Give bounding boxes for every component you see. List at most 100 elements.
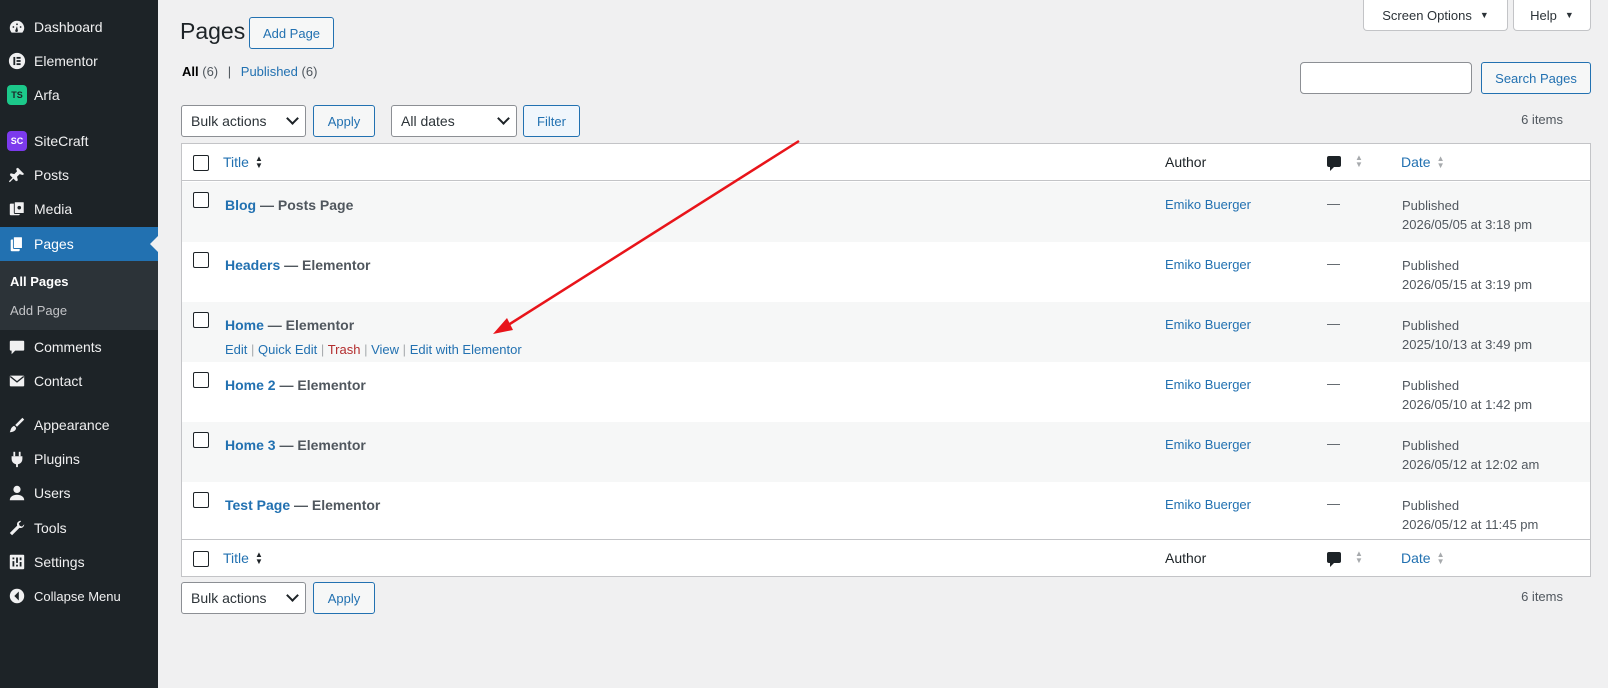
bulk-actions-value: Bulk actions [191, 590, 267, 606]
column-title-label[interactable]: Title [223, 550, 249, 566]
view-link[interactable]: View [371, 342, 399, 357]
add-page-button[interactable]: Add Page [249, 17, 334, 49]
view-filters: All (6) | Published (6) [182, 64, 317, 79]
column-date-header[interactable]: Date ▲ ▼ [1401, 154, 1445, 170]
table-row: Headers — Elementor Emiko Buerger — Publ… [182, 242, 1590, 302]
apply-button-bottom[interactable]: Apply [313, 582, 375, 614]
filter-button[interactable]: Filter [523, 105, 580, 137]
menu-label: Collapse Menu [34, 588, 121, 604]
view-published-link[interactable]: Published (6) [241, 64, 318, 79]
menu-label: Posts [34, 167, 70, 183]
items-count-bottom: 6 items [1521, 589, 1563, 604]
row-action-separator: | [320, 342, 325, 357]
dates-select[interactable]: All dates [391, 105, 517, 137]
edit-link[interactable]: Edit [225, 342, 247, 357]
row-comments: — [1327, 436, 1340, 451]
search-input[interactable] [1300, 62, 1472, 94]
column-comments-footer[interactable]: ▲ ▼ [1327, 550, 1363, 567]
row-title-link[interactable]: Test Page [225, 497, 290, 513]
chevron-down-icon [286, 589, 299, 602]
column-date-label[interactable]: Date [1401, 154, 1431, 170]
table-row: Home 2 — Elementor Emiko Buerger — Publi… [182, 362, 1590, 422]
row-author-link[interactable]: Emiko Buerger [1165, 437, 1251, 452]
menu-arfa[interactable]: TS Arfa [0, 78, 158, 112]
column-title-label[interactable]: Title [223, 154, 249, 170]
row-author-link[interactable]: Emiko Buerger [1165, 377, 1251, 392]
select-all-checkbox[interactable] [193, 155, 209, 171]
row-post-state: — Posts Page [256, 197, 354, 213]
bulk-actions-select[interactable]: Bulk actions [181, 105, 306, 137]
menu-sitecraft[interactable]: SC SiteCraft [0, 124, 158, 158]
wrench-icon [0, 511, 34, 545]
row-post-state: — Elementor [280, 257, 371, 273]
row-title: Home — Elementor [225, 317, 354, 333]
menu-tools[interactable]: Tools [0, 511, 158, 545]
menu-collapse[interactable]: Collapse Menu [0, 579, 158, 613]
menu-label: Media [34, 201, 73, 217]
row-date-value: 2026/05/05 at 3:18 pm [1402, 217, 1533, 232]
row-checkbox[interactable] [193, 492, 209, 508]
menu-label: Arfa [34, 87, 60, 103]
column-title-footer[interactable]: Title ▲ ▼ [223, 550, 263, 566]
row-status: Published [1402, 378, 1460, 393]
row-title-link[interactable]: Blog [225, 197, 256, 213]
row-title-link[interactable]: Home 3 [225, 437, 276, 453]
help-label: Help [1530, 7, 1557, 23]
menu-contact[interactable]: Contact [0, 364, 158, 398]
pages-icon [0, 227, 34, 261]
row-comments: — [1327, 496, 1340, 511]
menu-comments[interactable]: Comments [0, 330, 158, 364]
trash-link[interactable]: Trash [328, 342, 361, 357]
row-checkbox[interactable] [193, 432, 209, 448]
search-pages-button[interactable]: Search Pages [1481, 62, 1591, 94]
edit-with-elementor-link[interactable]: Edit with Elementor [410, 342, 522, 357]
row-date: Published 2025/10/13 at 3:49 pm [1402, 316, 1532, 354]
column-title-header[interactable]: Title ▲ ▼ [223, 154, 263, 170]
column-author-header: Author [1165, 154, 1207, 170]
table-header: Title ▲ ▼ Author ▲ ▼ Date ▲ ▼ [182, 144, 1590, 181]
items-count: 6 items [1521, 112, 1563, 127]
menu-dashboard[interactable]: Dashboard [0, 10, 158, 44]
column-comments-header[interactable]: ▲ ▼ [1327, 154, 1363, 171]
column-date-footer[interactable]: Date ▲ ▼ [1401, 550, 1445, 566]
menu-settings[interactable]: Settings [0, 545, 158, 579]
row-author-link[interactable]: Emiko Buerger [1165, 317, 1251, 332]
row-author-link[interactable]: Emiko Buerger [1165, 257, 1251, 272]
row-checkbox[interactable] [193, 252, 209, 268]
view-separator: | [227, 64, 232, 79]
sitecraft-badge-text: SC [7, 131, 27, 151]
pages-table: Title ▲ ▼ Author ▲ ▼ Date ▲ ▼ Blog — Posts … [181, 143, 1591, 577]
row-title-link[interactable]: Home 2 [225, 377, 276, 393]
menu-pages[interactable]: Pages [0, 227, 158, 261]
dashboard-icon [0, 10, 34, 44]
menu-users[interactable]: Users [0, 476, 158, 510]
row-checkbox[interactable] [193, 312, 209, 328]
comment-icon [0, 330, 34, 364]
select-all-checkbox-bottom[interactable] [193, 551, 209, 567]
menu-plugins[interactable]: Plugins [0, 442, 158, 476]
view-all-link[interactable]: All (6) [182, 64, 218, 79]
row-title-link[interactable]: Home [225, 317, 264, 333]
submenu-add-page[interactable]: Add Page [10, 303, 67, 318]
bulk-actions-select-bottom[interactable]: Bulk actions [181, 582, 306, 614]
plug-icon [0, 442, 34, 476]
row-author-link[interactable]: Emiko Buerger [1165, 197, 1251, 212]
pages-submenu: All Pages Add Page [0, 261, 158, 330]
row-status: Published [1402, 498, 1460, 513]
quick-edit-link[interactable]: Quick Edit [258, 342, 317, 357]
menu-posts[interactable]: Posts [0, 158, 158, 192]
row-author-link[interactable]: Emiko Buerger [1165, 497, 1251, 512]
row-title-link[interactable]: Headers [225, 257, 280, 273]
menu-appearance[interactable]: Appearance [0, 408, 158, 442]
table-footer: Title ▲ ▼ Author ▲ ▼ Date ▲ ▼ [182, 539, 1590, 576]
help-button[interactable]: Help ▼ [1513, 0, 1591, 31]
menu-media[interactable]: Media [0, 192, 158, 226]
screen-options-button[interactable]: Screen Options ▼ [1363, 0, 1508, 31]
row-date: Published 2026/05/05 at 3:18 pm [1402, 196, 1532, 234]
row-checkbox[interactable] [193, 372, 209, 388]
submenu-all-pages[interactable]: All Pages [10, 274, 69, 289]
menu-elementor[interactable]: Elementor [0, 44, 158, 78]
column-date-label[interactable]: Date [1401, 550, 1431, 566]
apply-button[interactable]: Apply [313, 105, 375, 137]
row-checkbox[interactable] [193, 192, 209, 208]
